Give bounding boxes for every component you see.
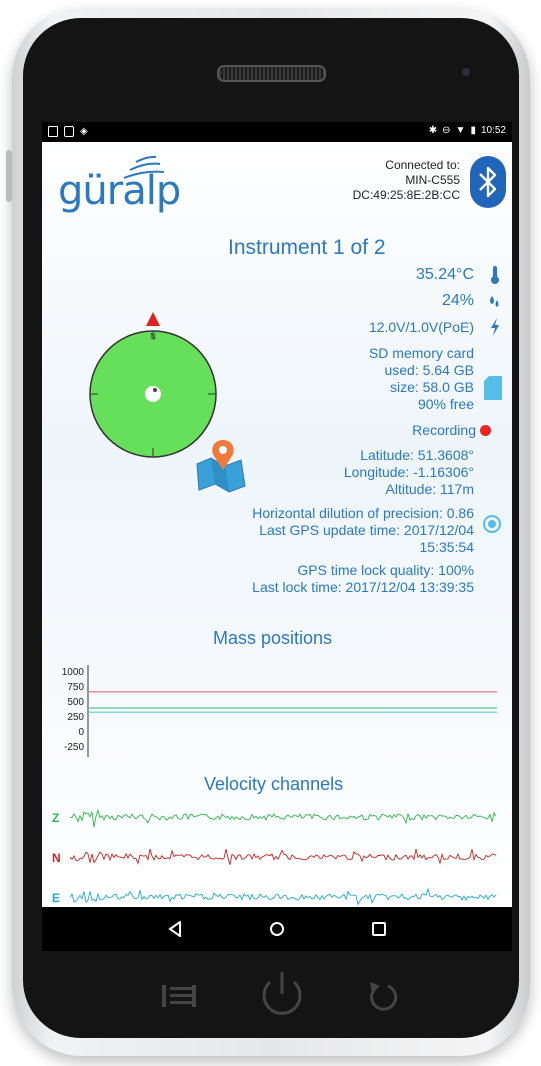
altitude-value: Altitude: 117m (385, 481, 474, 497)
map-location-icon[interactable] (193, 438, 249, 498)
mass-positions-chart: 1000 750 500 250 0 -250 (62, 665, 497, 757)
velocity-channels-title: Velocity channels (204, 774, 344, 794)
compass-north-label: N (150, 332, 156, 341)
hardware-menu-icon (162, 985, 196, 1007)
sd-card-title: SD memory card (368, 345, 474, 361)
y-tick-label: 250 (67, 712, 84, 723)
status-bar: ◈ ✱ ⊖ ▼ ▮ 10:52 (42, 122, 512, 142)
y-tick-label: 500 (67, 697, 84, 708)
power-icon (491, 318, 499, 336)
voltage-value: 12.0V/1.0V(PoE) (368, 319, 474, 335)
y-tick-label: 1000 (62, 667, 85, 678)
velocity-channels-chart: Z N E (52, 808, 497, 906)
y-tick-label: -250 (64, 742, 84, 753)
back-button[interactable] (168, 921, 182, 937)
guralp-logo: güralp (58, 168, 181, 214)
gps-details: Horizontal dilution of precision: 0.86 L… (252, 505, 474, 596)
thermometer-icon (491, 266, 499, 284)
home-button[interactable] (269, 921, 285, 937)
device-mac: DC:49:25:8E:2B:CC (352, 188, 460, 202)
sd-card-size: size: 58.0 GB (389, 379, 474, 395)
velocity-trace-e (69, 887, 497, 906)
velocity-trace-z (69, 808, 497, 828)
notification-icon (48, 126, 58, 137)
y-tick-label: 0 (78, 727, 84, 738)
connection-info: Connected to: MIN-C555 DC:49:25:8E:2B:CC (353, 158, 460, 203)
temperature-value: 35.24°C (416, 266, 474, 283)
dnd-icon: ⊖ (442, 125, 451, 136)
hardware-power-icon (262, 972, 302, 1015)
latitude-value: Latitude: 51.3608° (360, 447, 474, 463)
earpiece-speaker (217, 65, 326, 82)
channel-label-e: E (52, 891, 60, 905)
gps-update-clock: 15:35:54 (419, 539, 475, 555)
gps-target-icon (483, 515, 501, 533)
android-nav-bar (42, 907, 512, 951)
sd-card-icon (484, 376, 502, 400)
recording-dot-icon (480, 425, 491, 436)
front-camera (462, 68, 470, 76)
mass-positions-title: Mass positions (213, 628, 333, 648)
side-button (6, 150, 12, 202)
y-tick-label: 750 (67, 682, 84, 693)
gps-location: Latitude: 51.3608° Longitude: -1.16306° … (344, 447, 474, 498)
bluetooth-button[interactable] (470, 156, 506, 208)
north-arrow-icon (146, 312, 160, 326)
sd-card-used: used: 5.64 GB (384, 362, 474, 378)
longitude-value: Longitude: -1.16306° (343, 464, 474, 480)
device-name: MIN-C555 (405, 173, 460, 187)
gps-update-time: Last GPS update time: 2017/12/04 (259, 522, 474, 538)
humidity-value: 24% (441, 292, 474, 309)
status-time: 10:52 (480, 125, 506, 136)
sim-icon (64, 126, 74, 137)
bluetooth-status-icon: ✱ (428, 125, 438, 136)
bluetooth-icon (479, 166, 497, 198)
photo-icon: ◈ (80, 126, 88, 137)
hdop-value: Horizontal dilution of precision: 0.86 (252, 505, 474, 521)
gps-lock-quality: GPS time lock quality: 100% (297, 562, 474, 578)
sd-card-info: SD memory card used: 5.64 GB size: 58.0 … (369, 345, 474, 413)
humidity-icon (490, 296, 499, 307)
wifi-icon: ▼ (455, 125, 466, 136)
last-lock-time: Last lock time: 2017/12/04 13:39:35 (252, 579, 474, 595)
recording-status: Recording (412, 422, 476, 438)
recents-button[interactable] (372, 922, 386, 936)
channel-label-n: N (52, 851, 61, 865)
channel-label-z: Z (52, 811, 59, 825)
hardware-back-icon (370, 982, 398, 1011)
app-screen: güralp Connected to: MIN-C555 DC:49:25:8… (42, 142, 512, 907)
connected-label: Connected to: (385, 158, 460, 172)
sd-card-free: 90% free (417, 396, 474, 412)
battery-icon: ▮ (470, 125, 476, 136)
instrument-title: Instrument 1 of 2 (228, 236, 386, 259)
velocity-trace-n (69, 848, 497, 865)
